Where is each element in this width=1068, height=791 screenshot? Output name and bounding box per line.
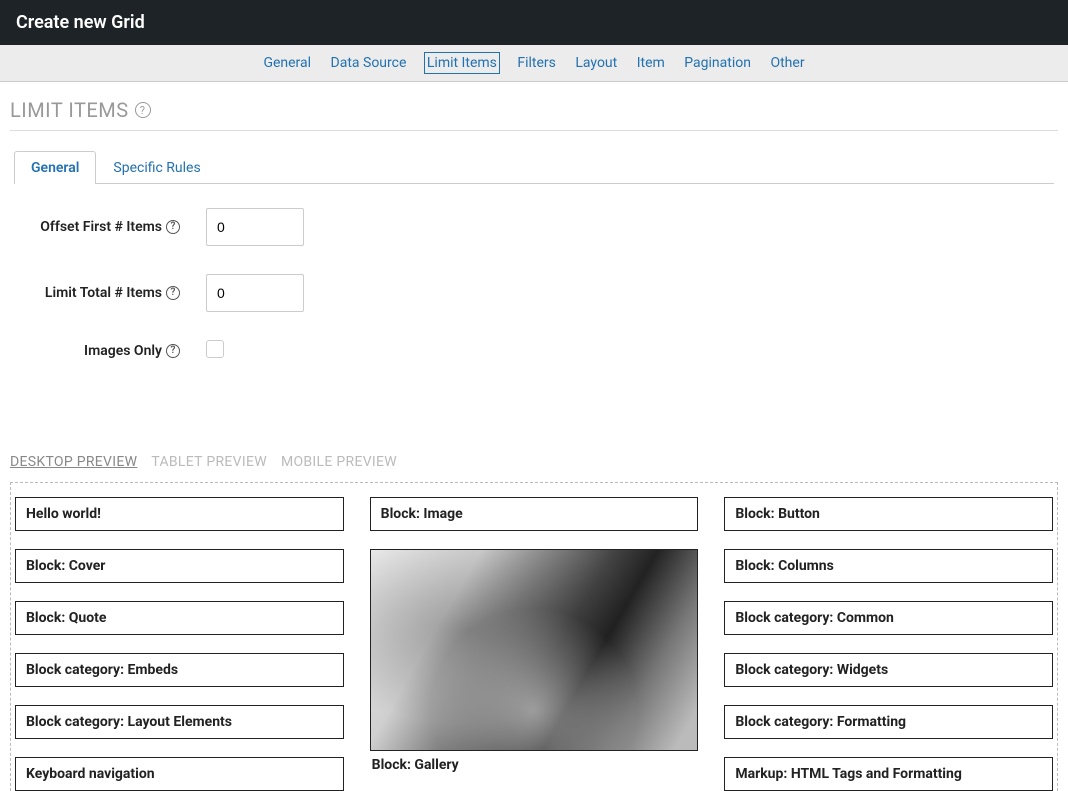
grid-card[interactable]: Block category: Formatting — [724, 705, 1053, 739]
label-offset: Offset First # Items ? — [20, 219, 180, 235]
row-limit: Limit Total # Items ? — [20, 274, 1048, 312]
grid-image-card[interactable]: Block: Gallery — [370, 549, 699, 773]
preview-tab-tablet[interactable]: TABLET PREVIEW — [151, 454, 267, 470]
grid-col-3: Block: Button Block: Columns Block categ… — [724, 497, 1053, 791]
nav-filters[interactable]: Filters — [515, 53, 558, 73]
grid-card[interactable]: Block category: Embeds — [15, 653, 344, 687]
row-offset: Offset First # Items ? — [20, 208, 1048, 246]
preview-tabs: DESKTOP PREVIEW TABLET PREVIEW MOBILE PR… — [10, 454, 1058, 470]
preview-image — [371, 550, 698, 750]
row-images-only: Images Only ? — [20, 340, 1048, 362]
page-title: Create new Grid — [16, 12, 145, 33]
grid-card[interactable]: Block: Columns — [724, 549, 1053, 583]
grid-card[interactable]: Block category: Common — [724, 601, 1053, 635]
label-limit-text: Limit Total # Items — [45, 285, 162, 301]
label-offset-text: Offset First # Items — [40, 219, 162, 235]
page-header: Create new Grid — [0, 0, 1068, 45]
preview-area: Hello world! Block: Cover Block: Quote B… — [10, 482, 1058, 791]
nav-layout[interactable]: Layout — [573, 53, 619, 73]
nav-limit-items[interactable]: Limit Items — [424, 52, 500, 74]
nav-pagination[interactable]: Pagination — [682, 53, 753, 73]
input-offset[interactable] — [206, 208, 304, 246]
form-area: Offset First # Items ? Limit Total # Ite… — [0, 184, 1068, 414]
grid-card[interactable]: Hello world! — [15, 497, 344, 531]
section-title: LIMIT ITEMS ? — [10, 98, 1058, 122]
tab-specific-rules[interactable]: Specific Rules — [96, 151, 217, 184]
tab-general[interactable]: General — [14, 151, 96, 184]
help-icon[interactable]: ? — [166, 286, 180, 300]
help-icon[interactable]: ? — [135, 102, 151, 118]
label-images-only: Images Only ? — [20, 343, 180, 359]
section-title-text: LIMIT ITEMS — [10, 98, 129, 122]
label-limit: Limit Total # Items ? — [20, 285, 180, 301]
grid-card[interactable]: Block: Image — [370, 497, 699, 531]
grid-col-1: Hello world! Block: Cover Block: Quote B… — [15, 497, 344, 791]
grid-card[interactable]: Block: Quote — [15, 601, 344, 635]
main-nav: General Data Source Limit Items Filters … — [0, 45, 1068, 82]
help-icon[interactable]: ? — [166, 220, 180, 234]
nav-general[interactable]: General — [261, 53, 313, 73]
nav-item[interactable]: Item — [635, 53, 667, 73]
nav-data-source[interactable]: Data Source — [329, 53, 409, 73]
grid-card[interactable]: Block: Button — [724, 497, 1053, 531]
divider — [10, 130, 1058, 131]
grid-card[interactable]: Block: Cover — [15, 549, 344, 583]
nav-other[interactable]: Other — [768, 53, 806, 73]
section-tabs: General Specific Rules — [14, 151, 1054, 184]
label-images-only-text: Images Only — [84, 343, 162, 359]
grid-card[interactable]: Markup: HTML Tags and Formatting — [724, 757, 1053, 791]
grid-card[interactable]: Keyboard navigation — [15, 757, 344, 791]
preview-tab-desktop[interactable]: DESKTOP PREVIEW — [10, 454, 137, 470]
preview-grid: Hello world! Block: Cover Block: Quote B… — [11, 497, 1057, 791]
grid-card[interactable]: Block category: Layout Elements — [15, 705, 344, 739]
grid-card[interactable]: Block category: Widgets — [724, 653, 1053, 687]
help-icon[interactable]: ? — [166, 344, 180, 358]
preview-tab-mobile[interactable]: MOBILE PREVIEW — [281, 454, 397, 470]
grid-col-2: Block: Image Block: Gallery — [370, 497, 699, 791]
checkbox-images-only[interactable] — [206, 340, 224, 358]
grid-image-caption: Block: Gallery — [370, 751, 699, 773]
input-limit[interactable] — [206, 274, 304, 312]
